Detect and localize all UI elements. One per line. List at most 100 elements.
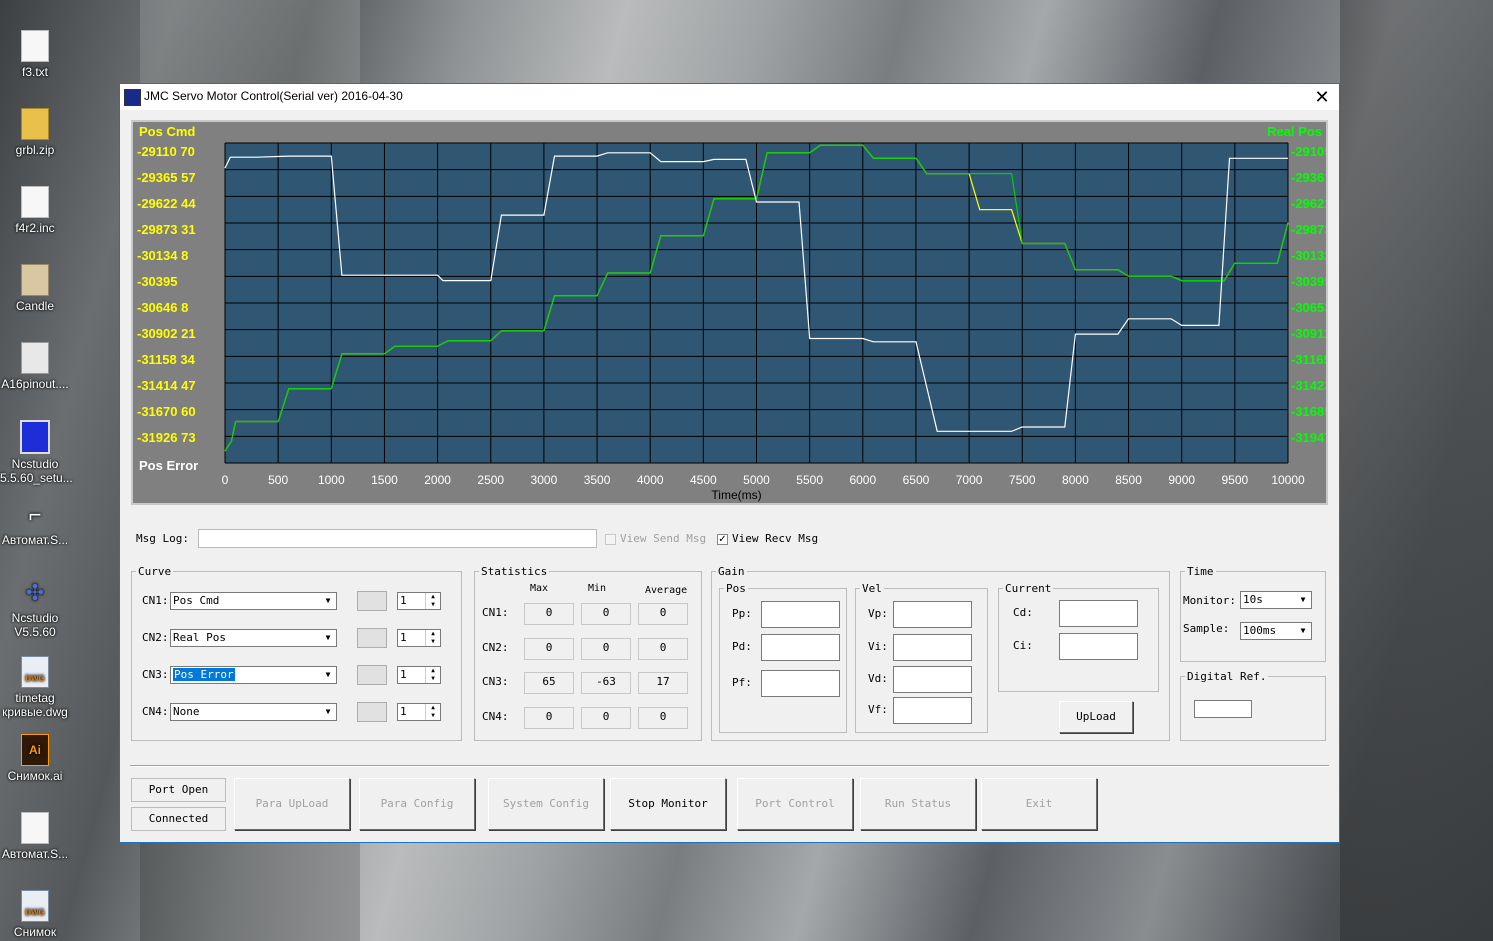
gain-current-input[interactable] bbox=[1059, 633, 1138, 660]
para-config-button[interactable]: Para Config bbox=[359, 778, 475, 830]
app-icon bbox=[124, 89, 141, 106]
gain-vel-input[interactable] bbox=[893, 601, 972, 628]
gain-vel-input[interactable] bbox=[893, 666, 972, 693]
view-recv-checkbox[interactable]: ✓ bbox=[717, 534, 728, 545]
ncstudio-icon: ✣ bbox=[25, 580, 45, 605]
gain-pos-input[interactable] bbox=[761, 670, 840, 697]
curve-scale-value: 1 bbox=[400, 705, 407, 718]
exit-button[interactable]: Exit bbox=[981, 778, 1097, 830]
x-tick-label: 5000 bbox=[743, 473, 770, 487]
curve-channel-select[interactable]: Pos Error ▼ bbox=[170, 666, 337, 684]
desktop-icon-f4r2[interactable]: f4r2.inc bbox=[0, 186, 70, 235]
curve-color-button[interactable] bbox=[357, 702, 387, 722]
stat-header-min: Min bbox=[588, 583, 607, 594]
curve-scale-spinner[interactable]: 1 ▲ ▼ bbox=[397, 703, 441, 721]
gain-vel-legend: Vel bbox=[862, 582, 882, 595]
curve-legend: Curve bbox=[138, 565, 172, 578]
gain-pos-input[interactable] bbox=[761, 601, 840, 628]
curve-scale-spinner[interactable]: 1 ▲ ▼ bbox=[397, 629, 441, 647]
chevron-down-icon: ▼ bbox=[321, 668, 335, 682]
view-send-label: View Send Msg bbox=[620, 532, 707, 545]
digital-ref-legend: Digital Ref. bbox=[1187, 670, 1267, 683]
port-open-button[interactable]: Port Open bbox=[131, 778, 226, 802]
y-tick-label-right: -29873 bbox=[1291, 222, 1326, 237]
desktop-icon-candle[interactable]: Candle bbox=[0, 264, 70, 313]
gain-current-input[interactable] bbox=[1059, 600, 1138, 627]
curve-scale-spinner[interactable]: 1 ▲ ▼ bbox=[397, 592, 441, 610]
stat-min-value: 0 bbox=[581, 603, 631, 625]
spin-down-icon[interactable]: ▼ bbox=[425, 712, 440, 720]
curve-channel-value: Pos Error bbox=[173, 668, 235, 681]
curve-channel-select[interactable]: Real Pos ▼ bbox=[170, 629, 337, 647]
desktop-icon-snimok-ai[interactable]: Ai Снимок.ai bbox=[0, 734, 70, 783]
curve-color-button[interactable] bbox=[357, 665, 387, 685]
view-send-checkbox[interactable] bbox=[605, 534, 616, 545]
curve-row-label: CN1: bbox=[142, 594, 169, 607]
monitor-select[interactable]: 10s ▼ bbox=[1240, 591, 1312, 609]
spin-down-icon[interactable]: ▼ bbox=[425, 675, 440, 683]
stop-monitor-button[interactable]: Stop Monitor bbox=[610, 778, 726, 830]
curve-channel-select[interactable]: Pos Cmd ▼ bbox=[170, 592, 337, 610]
view-recv-label: View Recv Msg bbox=[732, 532, 819, 545]
gain-legend: Gain bbox=[718, 565, 745, 578]
spin-up-icon[interactable]: ▲ bbox=[425, 593, 440, 601]
desktop-icon-ncstudio[interactable]: ✣ Ncstudio V5.5.60 bbox=[0, 578, 70, 639]
close-button[interactable]: ✕ bbox=[1307, 85, 1337, 109]
msg-log-field[interactable] bbox=[198, 529, 597, 548]
desktop-icon-ncstudio-setup[interactable]: Ncstudio 5.5.60_setu... bbox=[0, 420, 73, 485]
upload-button[interactable]: UpLoad bbox=[1059, 701, 1133, 733]
gain-vel-input[interactable] bbox=[893, 634, 972, 661]
gain-vel-label: Vd: bbox=[868, 672, 888, 685]
y-tick-label-left: -30902 21 bbox=[137, 326, 196, 341]
system-config-button[interactable]: System Config bbox=[488, 778, 604, 830]
rifle-icon: ⌐ bbox=[28, 502, 42, 527]
desktop-icon-f3[interactable]: f3.txt bbox=[0, 30, 70, 79]
spin-down-icon[interactable]: ▼ bbox=[425, 601, 440, 609]
desktop-icon-a16pinout[interactable]: A16pinout.... bbox=[0, 342, 70, 391]
desktop-icon-avtomat-2[interactable]: Автомат.S... bbox=[0, 812, 70, 861]
stat-max-value: 0 bbox=[524, 707, 574, 729]
x-tick-label: 4500 bbox=[690, 473, 717, 487]
digital-ref-input[interactable] bbox=[1194, 700, 1252, 718]
spin-down-icon[interactable]: ▼ bbox=[425, 638, 440, 646]
x-tick-label: 4000 bbox=[637, 473, 664, 487]
port-control-button[interactable]: Port Control bbox=[737, 778, 853, 830]
sample-select[interactable]: 100ms ▼ bbox=[1240, 622, 1312, 640]
monitor-chart: -29110 70 -29365 57 -29622 44 -29873 31 -301… bbox=[131, 120, 1328, 505]
pos-error-label: Pos Error bbox=[139, 458, 198, 473]
desktop-icon-grbl[interactable]: grbl.zip bbox=[0, 108, 70, 157]
gain-vel-input[interactable] bbox=[893, 697, 972, 724]
curve-scale-spinner[interactable]: 1 ▲ ▼ bbox=[397, 666, 441, 684]
sample-label: Sample: bbox=[1183, 622, 1230, 635]
stat-row-label: CN3: bbox=[482, 675, 509, 688]
gain-pos-label: Pf: bbox=[732, 676, 752, 689]
x-tick-label: 3000 bbox=[531, 473, 558, 487]
stat-row-label: CN4: bbox=[482, 710, 509, 723]
curve-color-button[interactable] bbox=[357, 591, 387, 611]
time-group: Time bbox=[1180, 565, 1326, 662]
spin-up-icon[interactable]: ▲ bbox=[425, 630, 440, 638]
desktop-icon-avtomat[interactable]: ⌐ Автомат.S... bbox=[0, 500, 70, 547]
desktop-icon-label: Снимок bbox=[13, 925, 57, 939]
dwg-icon: DWG bbox=[21, 656, 49, 688]
run-status-button[interactable]: Run Status bbox=[860, 778, 976, 830]
spin-up-icon[interactable]: ▲ bbox=[425, 667, 440, 675]
desktop-icon-snimok[interactable]: DWG Снимок bbox=[0, 890, 70, 939]
right-series-title: Real Pos bbox=[1267, 124, 1322, 139]
stat-min-value: 0 bbox=[581, 707, 631, 729]
title-bar[interactable]: JMC Servo Motor Control(Serial ver) 2016… bbox=[120, 84, 1339, 110]
desktop-icon-label: timetag кривые.dwg bbox=[2, 691, 68, 719]
para-upload-button[interactable]: Para UpLoad bbox=[234, 778, 350, 830]
desktop-icon-timetag[interactable]: DWG timetag кривые.dwg bbox=[0, 656, 70, 719]
curve-color-button[interactable] bbox=[357, 628, 387, 648]
left-series-title: Pos Cmd bbox=[139, 124, 195, 139]
gain-pos-input[interactable] bbox=[761, 634, 840, 661]
file-icon bbox=[21, 186, 49, 218]
chevron-down-icon: ▼ bbox=[1296, 624, 1310, 638]
zip-icon bbox=[21, 108, 49, 140]
spin-up-icon[interactable]: ▲ bbox=[425, 704, 440, 712]
y-tick-label-right: -29621 bbox=[1291, 196, 1326, 211]
gain-vel-label: Vp: bbox=[868, 607, 888, 620]
x-tick-label: 3500 bbox=[584, 473, 611, 487]
curve-channel-select[interactable]: None ▼ bbox=[170, 703, 337, 721]
